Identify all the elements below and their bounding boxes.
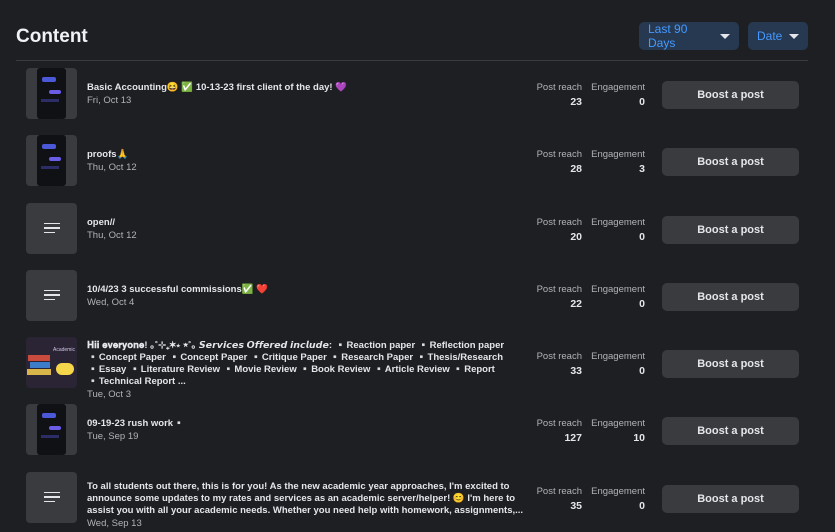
post-thumbnail[interactable] (26, 135, 77, 187)
content-header: Content Last 90 Days Date (16, 22, 808, 62)
engagement-stat: Engagement 0 (591, 284, 645, 310)
post-row[interactable]: Basic Accounting😆 ✅ 10-13-23 first clien… (26, 61, 816, 128)
text-post-icon (44, 491, 60, 506)
engagement-label: Engagement (591, 485, 645, 497)
boost-post-button[interactable]: Boost a post (662, 282, 799, 311)
engagement-label: Engagement (591, 283, 645, 295)
post-reach-label: Post reach (536, 149, 582, 161)
post-date: Tue, Sep 19 (87, 431, 139, 443)
post-list: Basic Accounting😆 ✅ 10-13-23 first clien… (26, 61, 816, 532)
post-reach-stat: Post reach 35 (537, 486, 582, 512)
engagement-value: 3 (639, 163, 645, 176)
post-reach-stat: Post reach 23 (537, 82, 582, 108)
engagement-value: 0 (639, 499, 645, 512)
post-text[interactable]: To all students out there, this is for y… (87, 481, 532, 517)
post-thumbnail[interactable] (26, 269, 77, 321)
engagement-value: 0 (639, 297, 645, 310)
post-thumbnail[interactable] (26, 202, 77, 254)
phone-screenshot-image (37, 68, 66, 119)
post-reach-label: Post reach (536, 216, 582, 228)
post-row[interactable]: 09-19-23 rush work▫️ Tue, Sep 19 Post reac… (26, 397, 816, 464)
phone-screenshot-image (37, 404, 66, 456)
post-reach-value: 127 (564, 432, 582, 445)
engagement-label: Engagement (591, 216, 645, 228)
post-date: Fri, Oct 13 (87, 95, 132, 106)
post-date: Wed, Sep 13 (87, 517, 142, 529)
post-reach-label: Post reach (536, 351, 582, 363)
post-reach-stat: Post reach 127 (537, 418, 582, 444)
boost-post-button[interactable]: Boost a post (662, 81, 799, 109)
thumbnail-caption: Academic (53, 347, 75, 354)
post-reach-value: 20 (570, 230, 582, 243)
boost-post-button[interactable]: Boost a post (662, 417, 799, 446)
engagement-stat: Engagement 0 (591, 217, 645, 243)
post-reach-value: 23 (570, 96, 582, 108)
phone-screenshot-image (37, 135, 66, 187)
post-row[interactable]: open//Thu, Oct 12 Post reach 20 Engagement 0… (26, 196, 816, 263)
boost-post-button[interactable]: Boost a post (662, 484, 799, 513)
date-range-label: Last 90 Days (648, 22, 688, 50)
post-reach-value: 35 (570, 499, 582, 512)
boost-post-button[interactable]: Boost a post (662, 350, 799, 379)
engagement-label: Engagement (591, 82, 645, 93)
engagement-stat: Engagement 3 (591, 149, 645, 175)
boost-post-button[interactable]: Boost a post (662, 215, 799, 244)
engagement-label: Engagement (591, 351, 645, 363)
engagement-stat: Engagement 0 (591, 351, 645, 377)
post-text[interactable]: open// (87, 217, 532, 229)
post-row[interactable]: proofs🙏 Thu, Oct 12 Post reach 28 Engagement… (26, 128, 816, 195)
caret-down-icon (720, 33, 730, 39)
engagement-stat: Engagement 0 (591, 82, 645, 108)
engagement-value: 0 (639, 96, 645, 108)
post-reach-label: Post reach (536, 283, 582, 295)
post-thumbnail[interactable] (26, 404, 77, 456)
engagement-stat: Engagement 0 (591, 486, 645, 512)
post-reach-label: Post reach (536, 485, 582, 497)
post-row[interactable]: 10/4/23 3 successful commissions✅ ❤️ Wed,… (26, 263, 816, 330)
post-reach-stat: Post reach 20 (537, 217, 582, 243)
post-text[interactable]: 𝐇𝐢𝐢 𝐞𝐯𝐞𝐫𝐲𝐨𝐧𝐞! ｡˚⊹₊✶⋆ ⭒˚｡ 𝙎𝙚𝙧𝙫𝙞𝙘𝙚𝙨 𝙊𝙛𝙛𝙚𝙧𝙚… (87, 340, 532, 388)
post-reach-stat: Post reach 28 (537, 149, 582, 175)
engagement-value: 0 (639, 230, 645, 243)
post-reach-value: 22 (570, 297, 582, 310)
post-reach-label: Post reach (536, 418, 582, 430)
post-thumbnail[interactable] (26, 471, 77, 523)
book-image (28, 355, 50, 362)
post-reach-value: 33 (570, 365, 582, 378)
post-reach-stat: Post reach 33 (537, 351, 582, 377)
post-row[interactable]: To all students out there, this is for y… (26, 465, 816, 532)
engagement-value: 0 (639, 365, 645, 378)
engagement-label: Engagement (591, 418, 645, 430)
post-reach-stat: Post reach 22 (537, 284, 582, 310)
boost-post-button[interactable]: Boost a post (662, 148, 799, 177)
post-thumbnail[interactable] (26, 68, 77, 119)
post-date: Thu, Oct 12 (87, 229, 137, 241)
text-post-icon (44, 289, 60, 304)
engagement-label: Engagement (591, 149, 645, 161)
text-post-icon (44, 222, 60, 237)
post-row[interactable]: Academic 𝐇𝐢𝐢 𝐞𝐯𝐞𝐫𝐲𝐨𝐧𝐞! ｡˚⊹₊✶⋆ ⭒˚｡ 𝙎𝙚𝙧𝙫𝙞𝙘𝙚… (26, 330, 816, 400)
sort-dropdown[interactable]: Date (748, 22, 808, 50)
engagement-value: 10 (633, 432, 645, 445)
post-reach-label: Post reach (536, 82, 582, 93)
post-text[interactable]: proofs🙏 (87, 149, 532, 161)
caret-down-icon (789, 33, 800, 39)
post-text[interactable]: 10/4/23 3 successful commissions✅ ❤️ (87, 284, 532, 296)
post-text[interactable]: 09-19-23 rush work▫️ (87, 418, 532, 430)
engagement-stat: Engagement 10 (591, 418, 645, 444)
sort-label: Date (757, 29, 783, 43)
post-thumbnail[interactable]: Academic (26, 337, 77, 389)
date-range-dropdown[interactable]: Last 90 Days (639, 22, 739, 50)
post-reach-value: 28 (570, 163, 582, 176)
post-text[interactable]: Basic Accounting😆 ✅ 10-13-23 first clien… (87, 82, 532, 94)
post-date: Thu, Oct 12 (87, 162, 137, 174)
post-date: Wed, Oct 4 (87, 296, 135, 308)
page-title: Content (16, 26, 88, 47)
